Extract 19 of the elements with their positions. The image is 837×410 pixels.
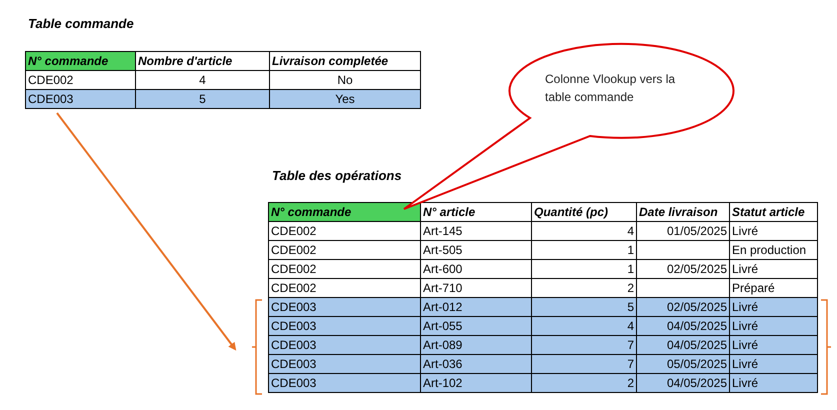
table-cell: Livré <box>730 374 818 392</box>
table-cell: 5 <box>136 90 270 108</box>
table-cell: 04/05/2025 <box>636 374 730 392</box>
table-cell: 2 <box>532 374 636 392</box>
column-header: N° commande <box>26 52 136 70</box>
column-header: N° commande <box>268 202 420 222</box>
table-title: Table commande <box>28 15 134 33</box>
callout-text: Colonne Vlookup vers la table commande <box>545 71 676 106</box>
table-cell: CDE003 <box>268 374 420 392</box>
table-title: Table des opérations <box>272 167 402 185</box>
column-header: Date livraison <box>636 202 730 222</box>
column-header: Quantité (pc) <box>532 202 636 222</box>
table-cell: Yes <box>270 90 420 108</box>
column-header: Nombre d'article <box>136 52 270 70</box>
column-header: N° article <box>420 202 532 222</box>
column-header: Statut article <box>730 202 818 222</box>
column-header: Livraison completée <box>270 52 420 70</box>
table-cell: CDE003 <box>26 90 136 108</box>
table-cell: Art-102 <box>420 374 532 392</box>
